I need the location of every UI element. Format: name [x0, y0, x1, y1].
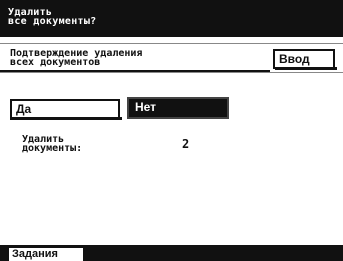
yes-button[interactable]: Да [10, 99, 120, 119]
delete-all-documents-screen: Удалить все документы? Подтверждение уда… [0, 0, 343, 261]
title-line-2: все документы? [8, 16, 97, 27]
ok-button[interactable]: Ввод [273, 49, 335, 69]
header-divider [0, 70, 270, 72]
confirmation-header-line-2: всех документов [10, 57, 101, 68]
tab-jobs[interactable]: Задания [8, 247, 84, 261]
no-button[interactable]: Нет [127, 97, 229, 119]
delete-documents-label-line-2: документы: [22, 143, 83, 154]
delete-documents-count: 2 [182, 137, 190, 151]
title-bar: Удалить все документы? [0, 0, 343, 37]
